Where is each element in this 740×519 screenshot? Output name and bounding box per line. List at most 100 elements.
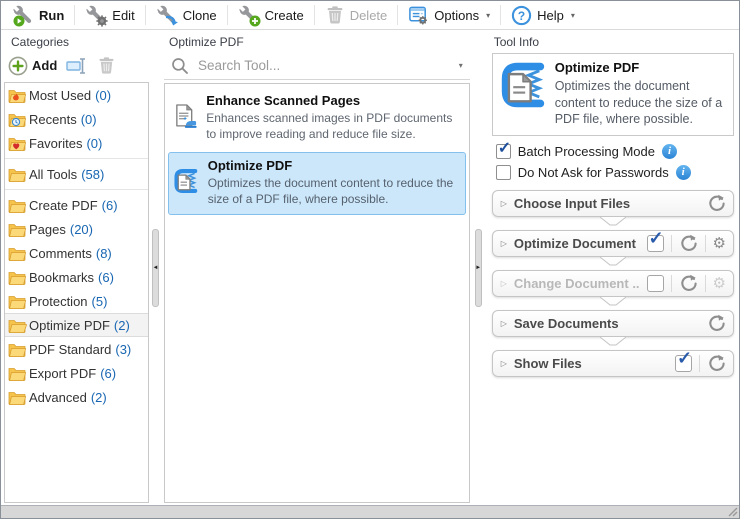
icon-separator [699,354,700,372]
gear-icon[interactable]: ⚙ [713,236,726,251]
category-item-favorites[interactable]: Favorites (0) [5,131,148,155]
expand-chevron-icon: ▷ [500,238,507,248]
category-item-pages[interactable]: Pages (20) [5,217,148,241]
category-item-recents[interactable]: Recents (0) [5,107,148,131]
resize-grip[interactable] [727,506,738,517]
run-wrench-icon [12,4,34,27]
category-count: (58) [81,166,105,182]
folder-icon [8,167,29,182]
category-count: (6) [101,197,118,213]
search-input[interactable] [196,57,450,74]
do-not-ask-passwords-checkbox[interactable]: ✓ [495,164,511,180]
toolbar-separator [500,5,502,25]
tool-item-title: Optimize PDF [207,158,293,174]
create-wrench-icon [238,4,261,27]
collapse-right-handle[interactable]: ► [474,228,482,307]
optimize-document-checkbox[interactable]: ✓ [646,228,664,252]
help-question-icon: ? [511,5,532,25]
check-icon: ✓ [677,347,693,368]
edit-button[interactable]: Edit [78,2,141,28]
gear-icon[interactable]: ⚙ [713,276,726,291]
category-item-comments[interactable]: Comments (8) [5,241,148,265]
tool-info-description: Optimizes the document content to reduce… [554,79,723,126]
section-label: Show Files [513,355,582,371]
icon-separator [704,234,706,252]
batch-processing-label: Batch Processing Mode [517,143,655,159]
reset-icon[interactable] [679,274,698,293]
help-button[interactable]: ? Help ▾ [504,3,582,28]
delete-button[interactable]: Delete [318,3,395,27]
category-label: PDF Standard [29,341,112,357]
tool-item-optimize-pdf[interactable]: Optimize PDF Optimizes the document cont… [168,152,466,216]
category-item-protection[interactable]: Protection (5) [5,289,148,313]
add-category-button[interactable]: Add [8,56,57,76]
show-files-header[interactable]: ▷ Show Files ✓ [491,348,734,377]
expand-chevron-icon: ▷ [500,358,507,368]
category-count: (20) [69,221,93,237]
search-dropdown-caret-icon[interactable]: ▾ [459,61,463,70]
category-count: (5) [91,293,108,309]
save-documents-header[interactable]: ▷ Save Documents [491,309,734,337]
category-count: (0) [86,135,103,151]
toolbar-separator [74,5,76,25]
collapse-left-icon: ◄ [152,264,159,271]
reset-icon[interactable] [707,314,726,333]
section-save-documents: ▷ Save Documents [491,309,734,345]
category-item-advanced[interactable]: Advanced (2) [5,385,148,409]
change-document-header[interactable]: ▷ Change Document .. ✓ ⚙ [491,269,734,297]
category-item-bookmarks[interactable]: Bookmarks (6) [5,265,148,289]
category-item-export-pdf[interactable]: Export PDF (6) [5,361,148,385]
batch-processing-checkbox[interactable]: ✓ [495,140,511,159]
reset-icon[interactable] [707,354,726,373]
check-icon: ✓ [648,227,664,248]
tool-item-description: Enhances scanned images in PDF documents… [206,111,453,141]
category-item-create-pdf[interactable]: Create PDF (6) [5,193,148,217]
create-button[interactable]: Create [231,2,311,28]
toolbar-separator [144,5,146,25]
category-item-all-tools[interactable]: All Tools (58) [5,162,148,186]
category-label: Export PDF [29,365,97,381]
delete-category-icon[interactable] [97,56,116,75]
section-optimize-document: ▷ Optimize Document ✓ ⚙ [491,228,734,265]
tool-item-enhance-scanned-pages[interactable]: Enhance Scanned Pages Enhances scanned i… [168,87,466,150]
clone-arrow-badge-icon [165,15,178,26]
change-document-checkbox[interactable]: ✓ [646,274,664,292]
category-label: Bookmarks [29,269,95,285]
category-label: Comments [29,245,92,261]
toolbar-separator [226,5,228,25]
clone-button[interactable]: Clone [149,2,224,28]
tool-steps: ▷ Choose Input Files ▷ Optimize Document… [491,189,734,390]
right-splitter: ► [472,30,485,505]
toolbar-separator [313,5,315,25]
tool-info-panel-title: Tool Info [493,35,540,49]
info-icon[interactable]: i [675,164,691,180]
gear-badge-icon [96,15,108,27]
tool-info-text: Optimize PDF Optimizes the document cont… [555,60,727,128]
status-bar [1,505,739,518]
list-separator [5,158,148,159]
delete-label: Delete [349,7,388,23]
categories-toolbar: Add [4,52,149,82]
show-files-checkbox[interactable]: ✓ [675,348,692,372]
folder-open-icon [8,318,29,333]
optimize-document-header[interactable]: ▷ Optimize Document ✓ ⚙ [491,228,734,257]
options-button[interactable]: Options ▾ [401,3,497,28]
tool-item-description: Optimizes the document content to reduce… [207,176,454,206]
tool-list: Enhance Scanned Pages Enhances scanned i… [164,83,470,503]
collapse-left-handle[interactable]: ◄ [152,228,159,307]
category-item-most-used[interactable]: Most Used (0) [5,83,148,107]
expand-chevron-icon: ▷ [500,318,507,328]
choose-input-files-header[interactable]: ▷ Choose Input Files [491,189,734,217]
reset-icon[interactable] [679,234,698,253]
svg-text:?: ? [518,8,525,22]
category-item-pdf-standard[interactable]: PDF Standard (3) [5,337,148,361]
categories-panel-title: Categories [11,35,70,49]
connector-arrow-icon [599,296,626,305]
tools-panel-title: Optimize PDF [169,35,244,49]
info-icon[interactable]: i [662,143,677,159]
reset-icon[interactable] [707,194,726,213]
category-item-optimize-pdf[interactable]: Optimize PDF (2) [5,313,148,337]
connector-arrow-icon [599,256,626,265]
rename-category-icon[interactable] [66,57,88,75]
run-button[interactable]: Run [5,2,71,28]
